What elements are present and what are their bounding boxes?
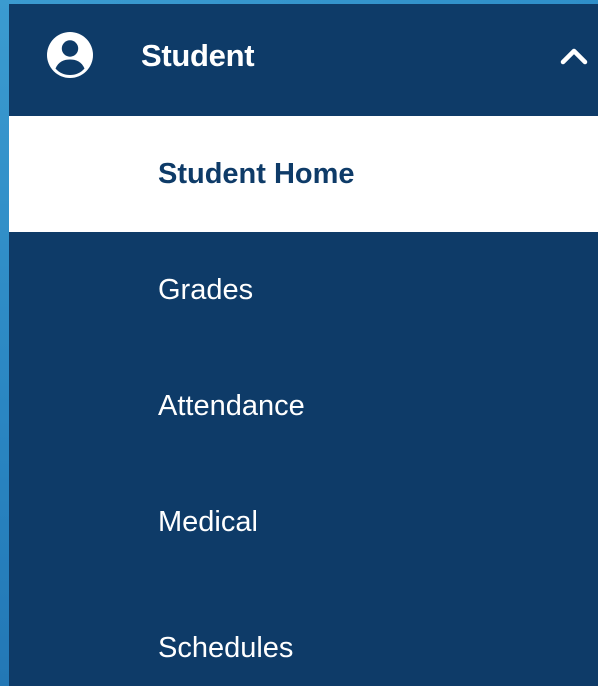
menu-item-medical[interactable]: Medical [9,464,598,580]
chevron-up-icon[interactable] [558,44,590,68]
student-section-toggle[interactable]: Student [9,4,598,116]
menu-item-label: Grades [158,274,254,306]
menu-item-label: Attendance [158,390,305,422]
menu-item-student-home[interactable]: Student Home [9,116,598,232]
menu-item-label: Medical [158,506,258,538]
section-title: Student [141,38,255,73]
user-circle-icon [47,32,93,78]
menu-item-grades[interactable]: Grades [9,232,598,348]
menu-item-attendance[interactable]: Attendance [9,348,598,464]
menu-item-label: Student Home [158,158,355,190]
menu-item-label: Schedules [158,632,294,664]
side-navigation: Student Student Home Grades Attendance M… [9,4,598,686]
menu-item-schedules[interactable]: Schedules [9,580,598,686]
left-edge-accent [0,0,9,686]
